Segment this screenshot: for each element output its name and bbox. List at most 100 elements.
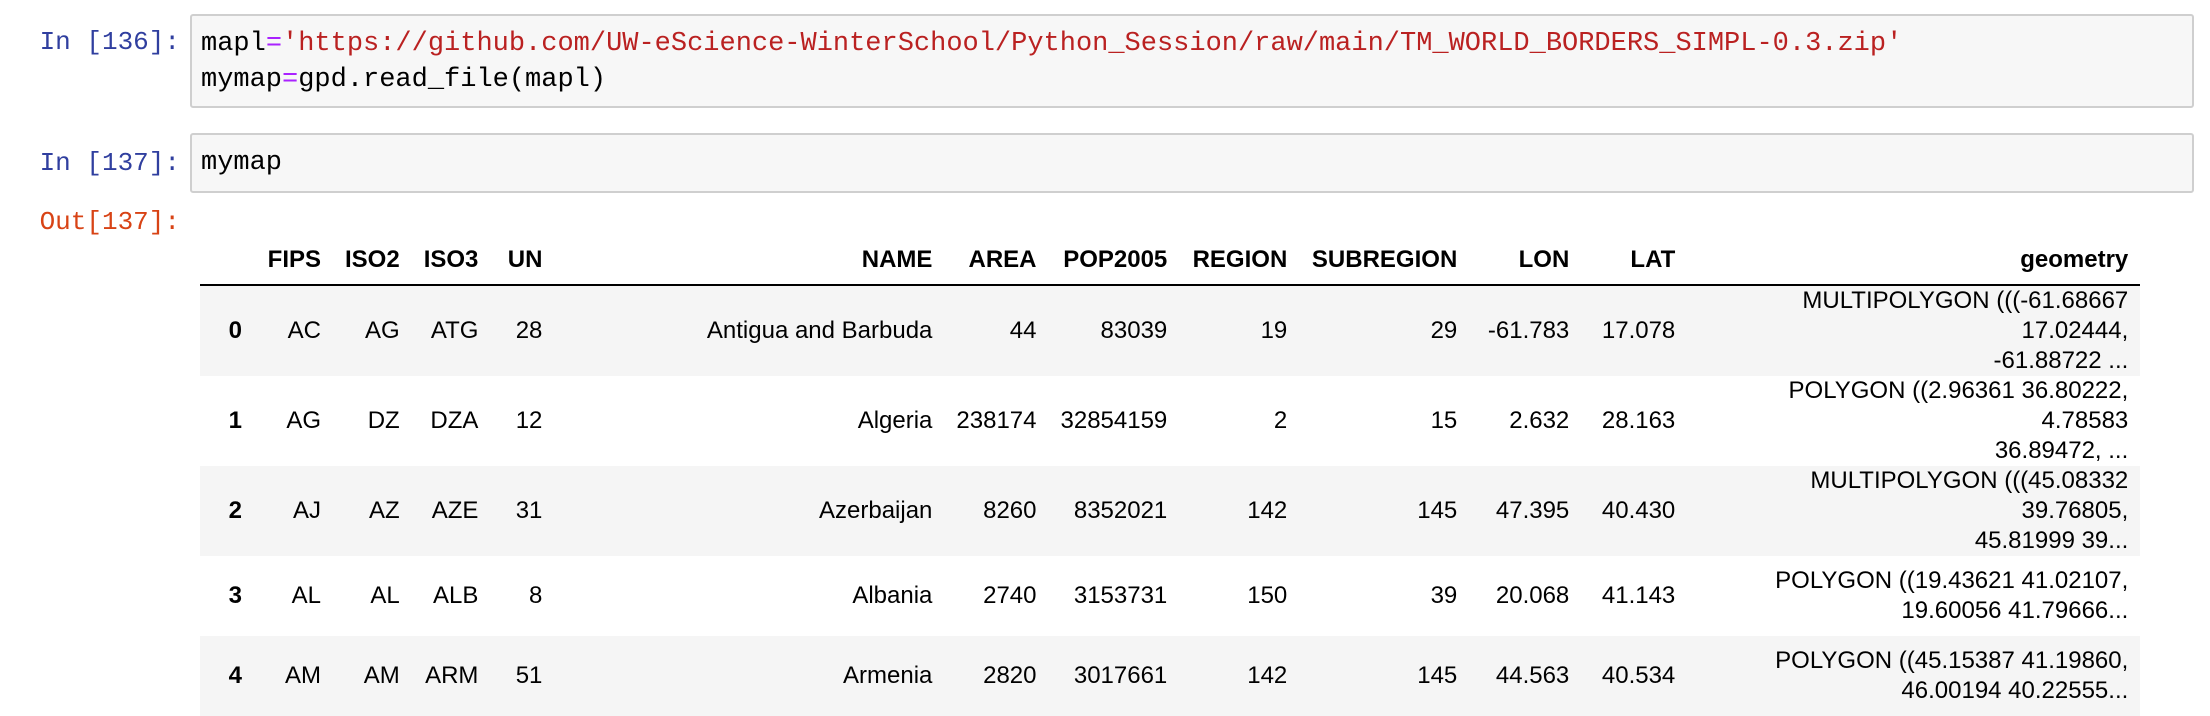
column-header-subregion: SUBREGION	[1299, 236, 1470, 286]
cell-region: 142	[1247, 662, 1288, 689]
output-prompt-137: Out[137]:	[39, 207, 180, 237]
cell-geometry: MULTIPOLYGON (((-61.68667 17.02444, -61.8…	[1687, 285, 2140, 376]
column-header-un: UN	[490, 236, 555, 286]
code-cell-137[interactable]: mymap	[190, 133, 2194, 193]
input-prompt-136: In [136]:	[39, 27, 180, 57]
row-index: 2	[228, 497, 242, 524]
code-variable: mapl	[201, 29, 266, 59]
cell-fips: AM	[285, 662, 321, 689]
cell-region: 150	[1247, 582, 1288, 609]
geometry-line-1: MULTIPOLYGON (((45.08332 39.76805,	[1810, 467, 2129, 524]
table-row: 3 AL AL ALB 8 Albania 2740 3153731 150 3…	[200, 556, 2140, 636]
cell-pop2005: 3153731	[1073, 582, 1168, 609]
column-header-region: REGION	[1179, 236, 1300, 286]
cell-name: Algeria	[857, 407, 933, 434]
cell-geometry: POLYGON ((19.43621 41.02107, 19.60056 41.…	[1687, 556, 2140, 636]
code-text: mymap	[201, 148, 283, 178]
code-operator: =	[265, 29, 283, 59]
cell-fips: AJ	[292, 497, 321, 524]
cell-iso3: ALB	[433, 582, 479, 609]
row-index: 0	[228, 317, 242, 344]
column-header-lon: LON	[1469, 236, 1582, 286]
geometry-line-1: POLYGON ((2.96361 36.80222, 4.78583	[1788, 377, 2129, 434]
code-line-2: mymap=gpd.read_file(mapl)	[201, 65, 606, 95]
geometry-line-2: 19.60056 41.79666...	[1901, 597, 2129, 624]
code-call: gpd.read_file(mapl)	[298, 65, 607, 95]
cell-name: Armenia	[843, 662, 933, 689]
cell-un: 28	[515, 317, 543, 344]
column-header-pop2005: POP2005	[1048, 236, 1180, 286]
cell-lat: 17.078	[1601, 317, 1676, 344]
cell-iso3: AZE	[431, 497, 479, 524]
cell-pop2005: 32854159	[1060, 407, 1168, 434]
cell-subregion: 145	[1417, 497, 1458, 524]
cell-region: 19	[1260, 317, 1288, 344]
column-header-index	[200, 236, 254, 286]
geometry-line-2: 46.00194 40.22555...	[1901, 677, 2129, 704]
table-row: 2 AJ AZ AZE 31 Azerbaijan 8260 8352021 1…	[200, 466, 2141, 556]
row-index: 4	[228, 662, 242, 689]
input-prompt-137: In [137]:	[39, 148, 180, 178]
cell-lat: 41.143	[1601, 582, 1676, 609]
cell-iso2: AL	[370, 582, 400, 609]
code-string: 'https://github.com/UW-eScience-WinterSc…	[282, 29, 1903, 59]
cell-geometry: POLYGON ((45.15387 41.19860, 46.00194 40.…	[1687, 636, 2140, 716]
cell-pop2005: 3017661	[1073, 662, 1168, 689]
cell-iso3: ARM	[425, 662, 479, 689]
cell-name: Antigua and Barbuda	[706, 317, 933, 344]
cell-un: 12	[515, 407, 543, 434]
table-row: 0 AC AG ATG 28 Antigua and Barbuda 44 83…	[200, 285, 2141, 376]
cell-pop2005: 83039	[1100, 317, 1168, 344]
cell-lon: 2.632	[1509, 407, 1570, 434]
cell-subregion: 39	[1430, 582, 1458, 609]
code-operator: =	[282, 65, 299, 95]
code-line-1: mapl='https://github.com/UW-eScience-Win…	[201, 29, 1902, 59]
geometry-line-2: -61.88722 ...	[1993, 347, 2129, 374]
dataframe-table: FIPS ISO2 ISO3 UN NAME AREA POP2005 REGI…	[200, 236, 2141, 716]
cell-lon: 44.563	[1495, 662, 1570, 689]
cell-lat: 40.430	[1601, 497, 1676, 524]
column-header-name: NAME	[554, 236, 945, 286]
table-row: 4 AM AM ARM 51 Armenia 2820 3017661 142 …	[200, 636, 2141, 716]
cell-region: 142	[1247, 497, 1288, 524]
column-header-iso2: ISO2	[333, 236, 412, 286]
cell-lon: -61.783	[1487, 317, 1570, 344]
cell-geometry: POLYGON ((2.96361 36.80222, 4.78583 36.89…	[1687, 376, 2140, 466]
geometry-line-1: MULTIPOLYGON (((-61.68667 17.02444,	[1802, 287, 2129, 344]
row-index: 3	[228, 582, 242, 609]
cell-iso2: AG	[365, 317, 400, 344]
cell-lat: 40.534	[1601, 662, 1676, 689]
cell-iso3: ATG	[430, 317, 479, 344]
column-header-lat: LAT	[1581, 236, 1688, 286]
cell-name: Albania	[852, 582, 933, 609]
cell-iso3: DZA	[430, 407, 479, 434]
code-variable: mymap	[201, 65, 283, 95]
cell-lon: 47.395	[1495, 497, 1570, 524]
cell-fips: AC	[287, 317, 321, 344]
cell-lat: 28.163	[1601, 407, 1676, 434]
geometry-line-2: 45.81999 39...	[1974, 527, 2129, 554]
cell-area: 8260	[983, 497, 1037, 524]
cell-subregion: 29	[1430, 317, 1458, 344]
row-index: 1	[228, 407, 242, 434]
cell-area: 2820	[983, 662, 1037, 689]
cell-iso2: AZ	[369, 497, 400, 524]
cell-pop2005: 8352021	[1073, 497, 1168, 524]
cell-lon: 20.068	[1495, 582, 1570, 609]
column-header-iso3: ISO3	[411, 236, 491, 286]
column-header-geometry: geometry	[1687, 236, 2141, 286]
cell-area: 238174	[956, 407, 1037, 434]
cell-subregion: 145	[1417, 662, 1458, 689]
geometry-line-2: 36.89472, ...	[1994, 437, 2129, 464]
cell-area: 44	[1009, 317, 1037, 344]
cell-geometry: MULTIPOLYGON (((45.08332 39.76805, 45.819…	[1687, 466, 2140, 556]
code-cell-136[interactable]: mapl='https://github.com/UW-eScience-Win…	[190, 14, 2194, 108]
column-header-area: AREA	[944, 236, 1049, 286]
cell-un: 8	[529, 582, 543, 609]
geometry-line-1: POLYGON ((45.15387 41.19860,	[1775, 647, 2129, 674]
cell-subregion: 15	[1430, 407, 1458, 434]
column-header-fips: FIPS	[254, 236, 333, 286]
geometry-line-1: POLYGON ((19.43621 41.02107,	[1775, 567, 2129, 594]
table-header: FIPS ISO2 ISO3 UN NAME AREA POP2005 REGI…	[200, 236, 2141, 286]
cell-un: 31	[515, 497, 543, 524]
